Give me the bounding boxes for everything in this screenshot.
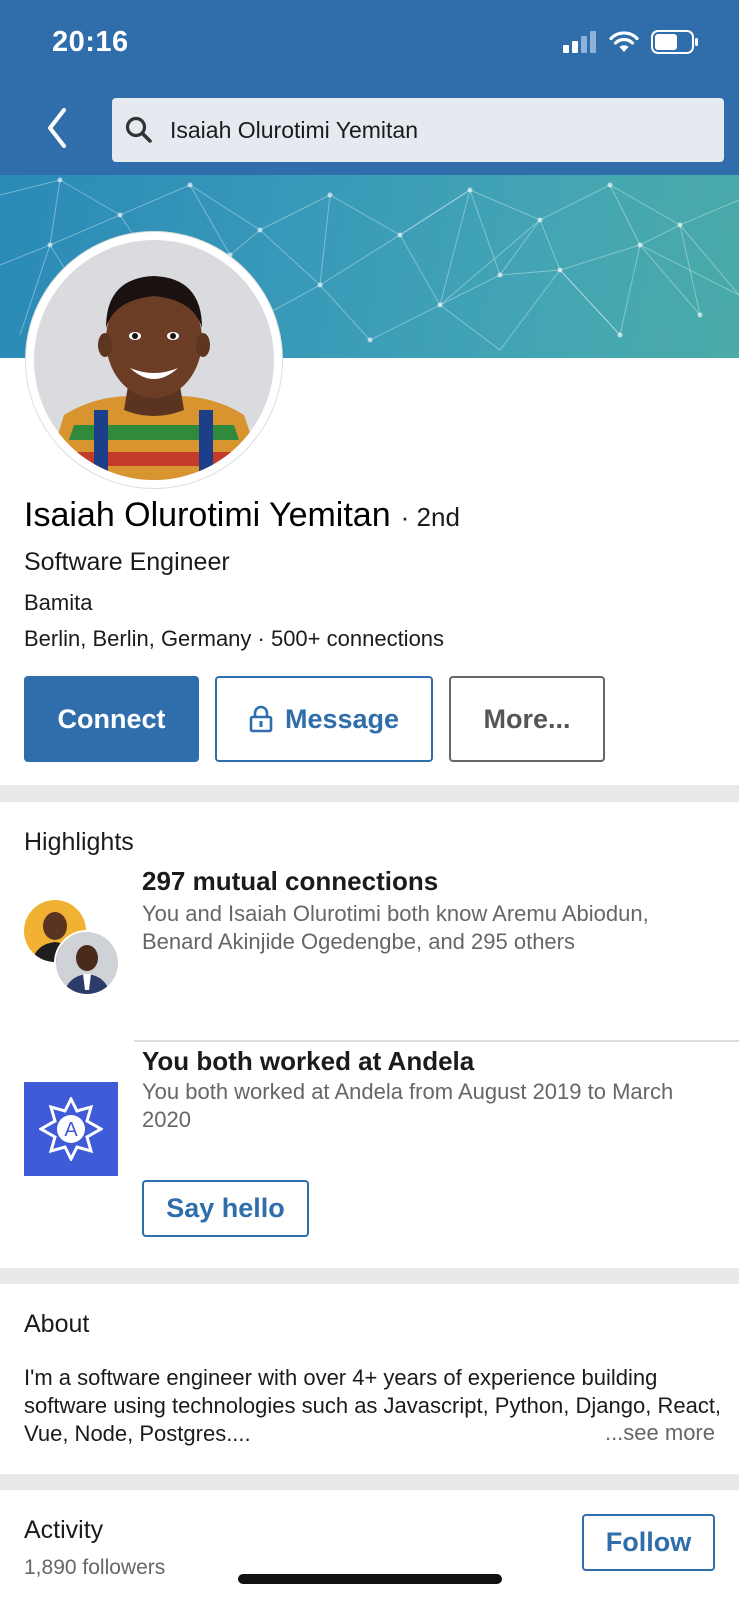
profile-company: Bamita — [24, 590, 93, 615]
message-button-label: Message — [284, 703, 400, 734]
mutual-connections-description: You and Isaiah Olurotimi both know Aremu… — [142, 901, 649, 954]
search-query: Isaiah Olurotimi Yemitan — [170, 116, 419, 143]
lock-icon — [249, 705, 273, 733]
andela-logo-icon: A — [39, 1097, 103, 1161]
andela-logo[interactable]: A — [24, 1082, 118, 1176]
more-button[interactable]: More... — [449, 676, 605, 762]
follow-button[interactable]: Follow — [582, 1514, 715, 1571]
status-time: 20:16 — [52, 26, 129, 58]
followers-count: 1,890 followers — [24, 1556, 166, 1579]
profile-location-connections: Berlin, Berlin, Germany · 500+ connectio… — [24, 626, 445, 651]
worked-together-description: You both worked at Andela from August 20… — [142, 1079, 674, 1132]
profile-name: Isaiah Olurotimi Yemitan — [24, 496, 391, 534]
highlights-card: Highlights 297 mutual connections You an… — [0, 802, 739, 1268]
about-card: About I'm a software engineer with over … — [0, 1284, 739, 1474]
mutual-connection-avatars[interactable] — [24, 900, 120, 996]
top-bar: 20:16 Isaiah Olurotimi Yemitan — [0, 0, 739, 175]
highlights-title: Highlights — [24, 828, 134, 856]
search-bar[interactable]: Isaiah Olurotimi Yemitan — [112, 98, 724, 162]
mutual-connections-title[interactable]: 297 mutual connections — [142, 866, 438, 897]
avatar — [54, 930, 120, 996]
signal-icon — [563, 31, 596, 53]
status-icons — [563, 30, 699, 54]
profile-headline: Software Engineer — [24, 548, 230, 576]
search-icon — [125, 116, 152, 143]
profile-avatar[interactable] — [26, 232, 282, 488]
see-more-link[interactable]: ...see more — [590, 1420, 715, 1446]
wifi-icon — [609, 31, 639, 52]
profile-name-row: Isaiah Olurotimi Yemitan · 2nd — [24, 496, 460, 535]
battery-icon — [651, 30, 698, 54]
back-chevron-icon[interactable] — [40, 106, 76, 150]
profile-photo — [34, 240, 274, 480]
message-button[interactable]: Message — [215, 676, 433, 762]
worked-together-title: You both worked at Andela — [142, 1046, 475, 1076]
about-title: About — [24, 1310, 90, 1338]
divider — [134, 1040, 739, 1042]
say-hello-button[interactable]: Say hello — [142, 1180, 309, 1237]
home-indicator[interactable] — [238, 1574, 502, 1584]
connect-button[interactable]: Connect — [24, 676, 199, 762]
connection-degree: · 2nd — [400, 502, 460, 532]
activity-title: Activity — [24, 1516, 104, 1544]
andela-logo-letter: A — [64, 1119, 78, 1141]
